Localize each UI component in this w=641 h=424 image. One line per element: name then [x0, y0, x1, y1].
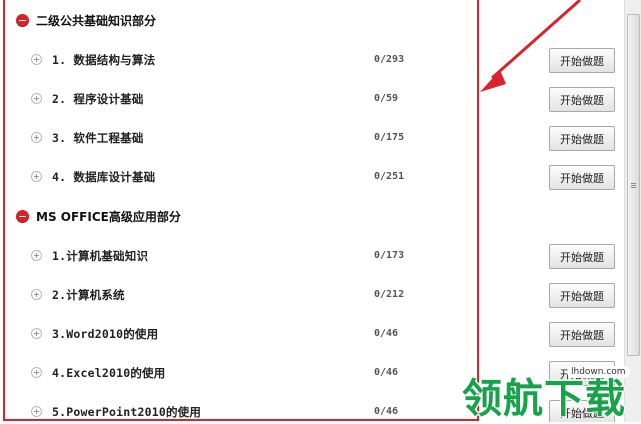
item-label: 1. 数据结构与算法 — [52, 53, 156, 67]
start-quiz-button[interactable]: 开始做题 — [549, 283, 615, 308]
list-item: 2. 程序设计基础 0/59 开始做题 — [0, 80, 641, 119]
start-quiz-button[interactable]: 开始做题 — [549, 126, 615, 151]
plus-circle-icon[interactable] — [31, 289, 42, 300]
item-count: 0/46 — [374, 367, 399, 378]
list-item: 4.Excel2010的使用 0/46 开始做题 — [0, 354, 641, 393]
item-count: 0/293 — [374, 54, 405, 65]
list-item: 2.计算机系统 0/212 开始做题 — [0, 276, 641, 315]
section-title: MS OFFICE高级应用部分 — [36, 209, 181, 224]
plus-circle-icon[interactable] — [31, 132, 42, 143]
list-item: 3. 软件工程基础 0/175 开始做题 — [0, 119, 641, 158]
item-label: 3. 软件工程基础 — [52, 131, 144, 145]
start-quiz-button[interactable]: 开始做题 — [549, 400, 615, 422]
item-count: 0/59 — [374, 93, 399, 104]
plus-circle-icon[interactable] — [31, 367, 42, 378]
section-title: 二级公共基础知识部分 — [36, 13, 157, 28]
scrollbar-thumb[interactable] — [627, 14, 640, 356]
item-label: 1.计算机基础知识 — [52, 249, 149, 263]
section-header-public-basics[interactable]: 二级公共基础知识部分 — [16, 9, 156, 31]
item-label: 4. 数据库设计基础 — [52, 170, 156, 184]
list-item: 1. 数据结构与算法 0/293 开始做题 — [0, 41, 641, 80]
plus-circle-icon[interactable] — [31, 406, 42, 417]
start-quiz-button[interactable]: 开始做题 — [549, 361, 615, 386]
item-label: 5.PowerPoint2010的使用 — [52, 405, 202, 419]
minus-circle-icon[interactable] — [16, 209, 29, 223]
item-count: 0/212 — [374, 289, 405, 300]
item-label: 4.Excel2010的使用 — [52, 366, 166, 380]
grip-icon — [631, 183, 636, 184]
item-count: 0/173 — [374, 250, 405, 261]
item-label: 3.Word2010的使用 — [52, 327, 159, 341]
start-quiz-button[interactable]: 开始做题 — [549, 48, 615, 73]
start-quiz-button[interactable]: 开始做题 — [549, 165, 615, 190]
minus-circle-icon[interactable] — [16, 13, 29, 27]
start-quiz-button[interactable]: 开始做题 — [549, 87, 615, 112]
vertical-scrollbar[interactable] — [624, 0, 641, 422]
plus-circle-icon[interactable] — [31, 54, 42, 65]
item-count: 0/251 — [374, 171, 405, 182]
item-label: 2. 程序设计基础 — [52, 92, 144, 106]
list-item: 4. 数据库设计基础 0/251 开始做题 — [0, 158, 641, 197]
list-item: 5.PowerPoint2010的使用 0/46 开始做题 — [0, 393, 641, 422]
item-count: 0/46 — [374, 328, 399, 339]
plus-circle-icon[interactable] — [31, 93, 42, 104]
section-header-ms-office[interactable]: MS OFFICE高级应用部分 — [16, 205, 181, 227]
start-quiz-button[interactable]: 开始做题 — [549, 244, 615, 269]
plus-circle-icon[interactable] — [31, 171, 42, 182]
plus-circle-icon[interactable] — [31, 328, 42, 339]
item-count: 0/46 — [374, 406, 399, 417]
start-quiz-button[interactable]: 开始做题 — [549, 322, 615, 347]
item-label: 2.计算机系统 — [52, 288, 125, 302]
list-item: 1.计算机基础知识 0/173 开始做题 — [0, 237, 641, 276]
item-count: 0/175 — [374, 132, 405, 143]
list-item: 3.Word2010的使用 0/46 开始做题 — [0, 315, 641, 354]
plus-circle-icon[interactable] — [31, 250, 42, 261]
